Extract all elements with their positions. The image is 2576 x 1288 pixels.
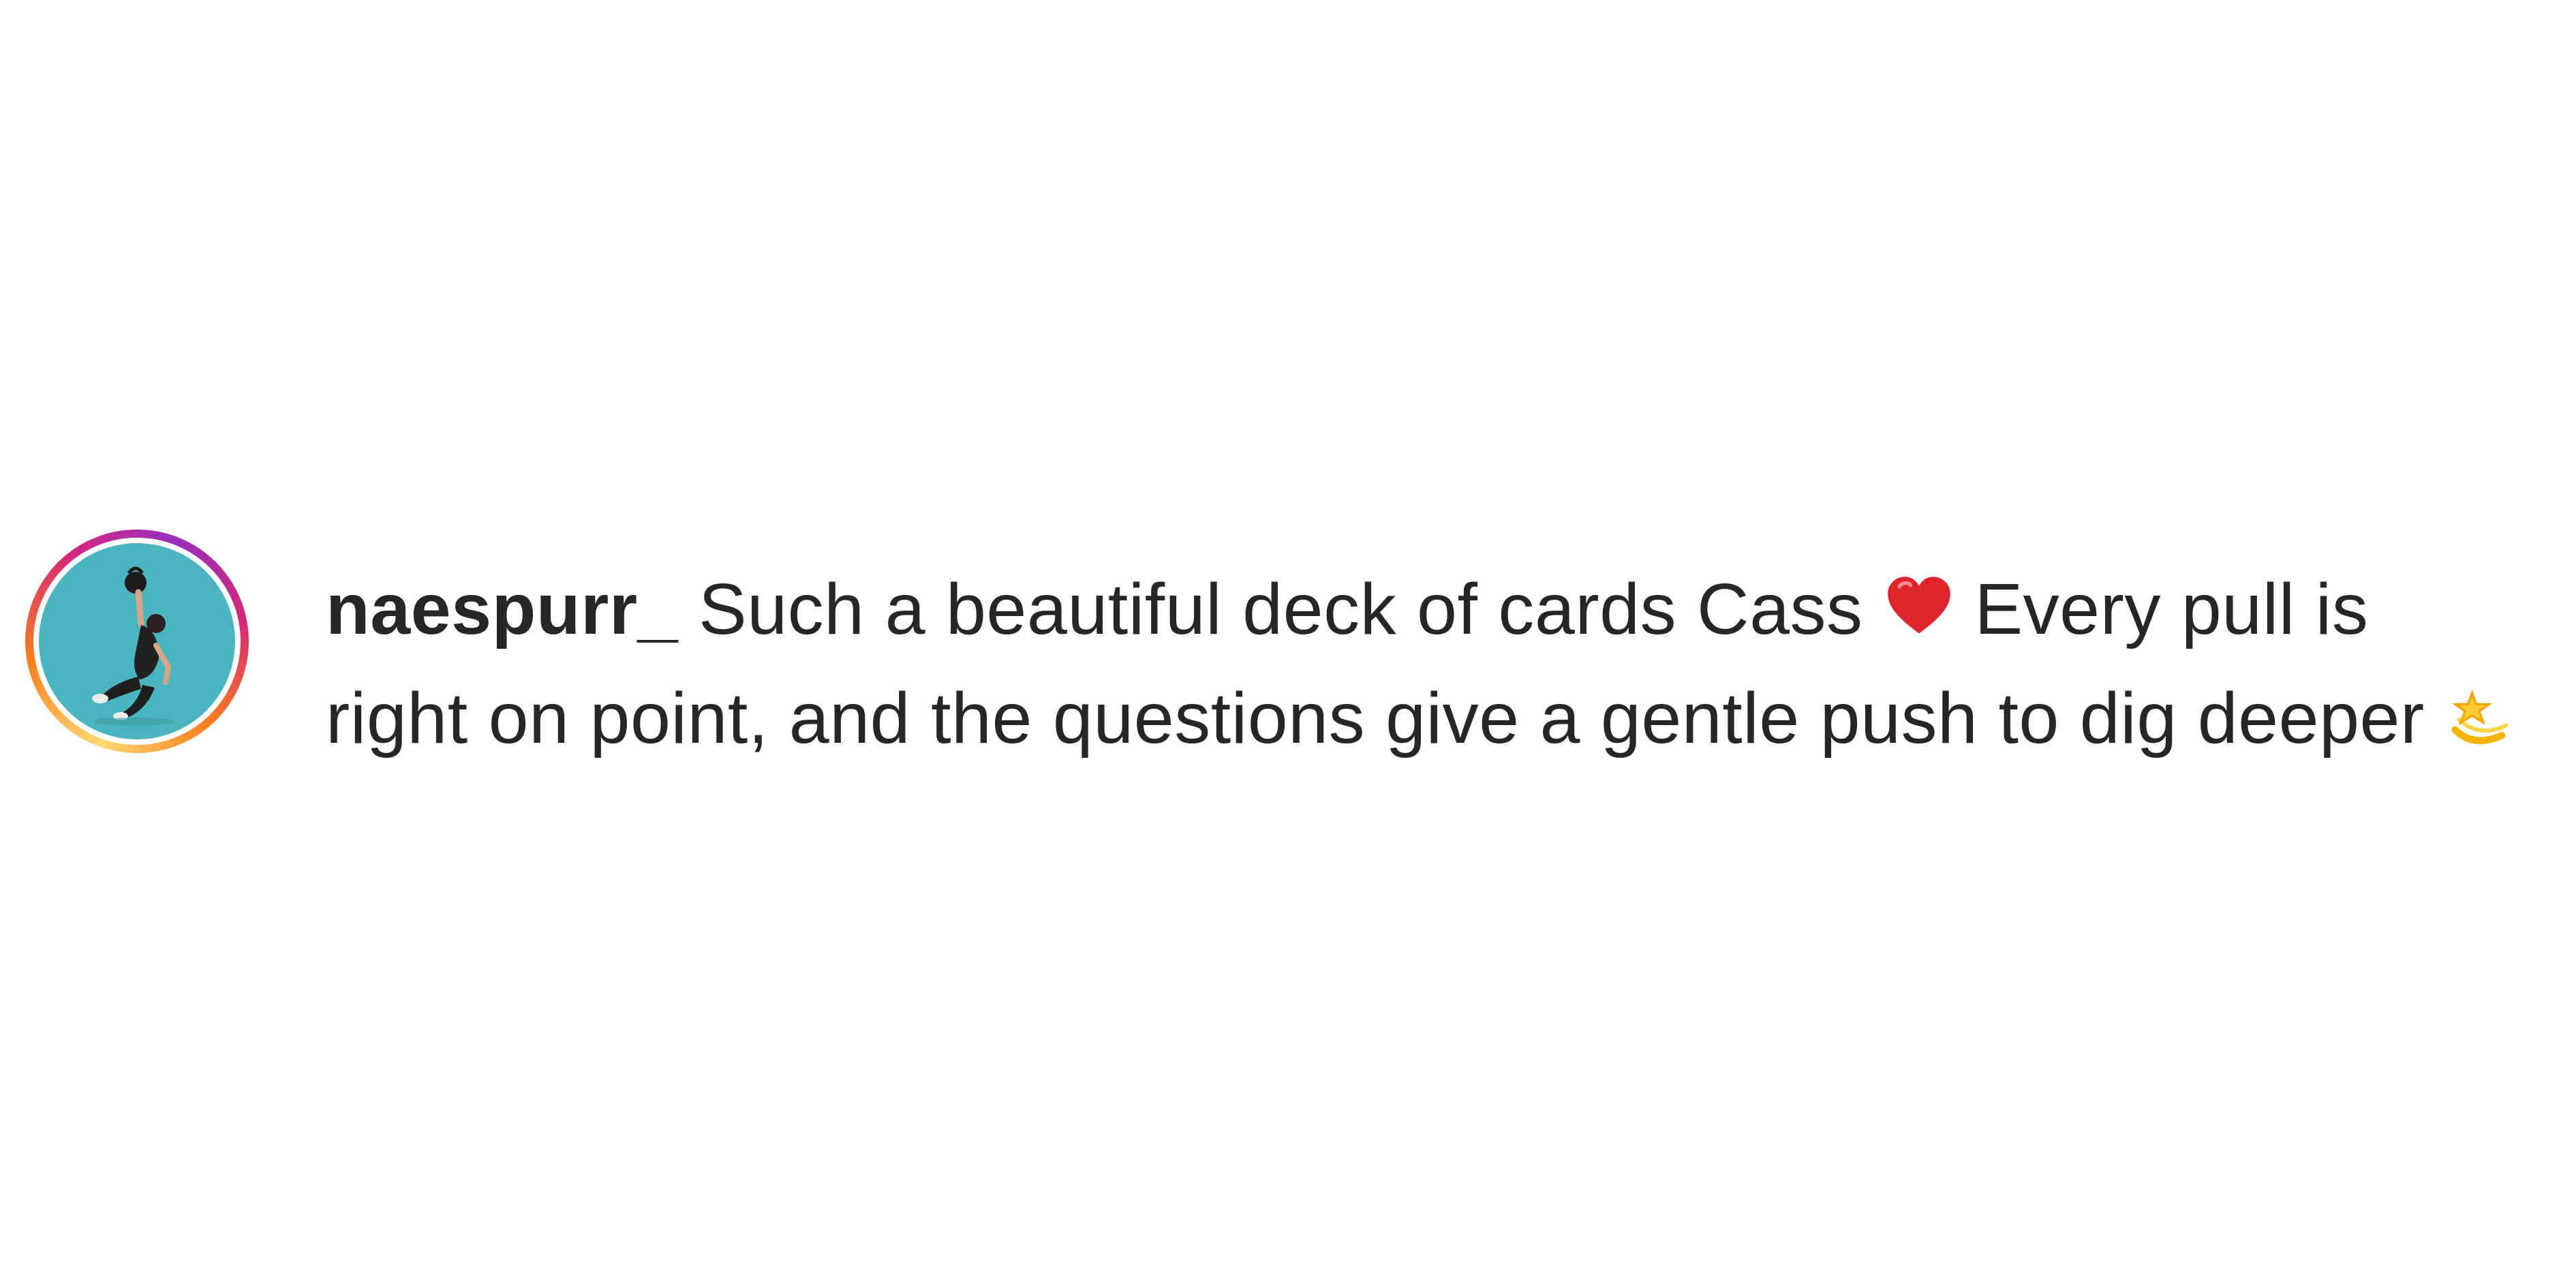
- heart-icon: [1884, 567, 1954, 668]
- comment-body: naespurr_ Such a beautiful deck of cards…: [326, 559, 2527, 777]
- comment-row: naespurr_ Such a beautiful deck of cards…: [0, 0, 2576, 1288]
- user-avatar-photo: [92, 566, 175, 726]
- story-ring[interactable]: [25, 530, 249, 753]
- dizzy-star-icon: [2445, 676, 2516, 777]
- comment-text-part1: Such a beautiful deck of cards Cass: [699, 569, 1863, 649]
- avatar[interactable]: [39, 543, 235, 739]
- comment-username[interactable]: naespurr_: [326, 569, 678, 649]
